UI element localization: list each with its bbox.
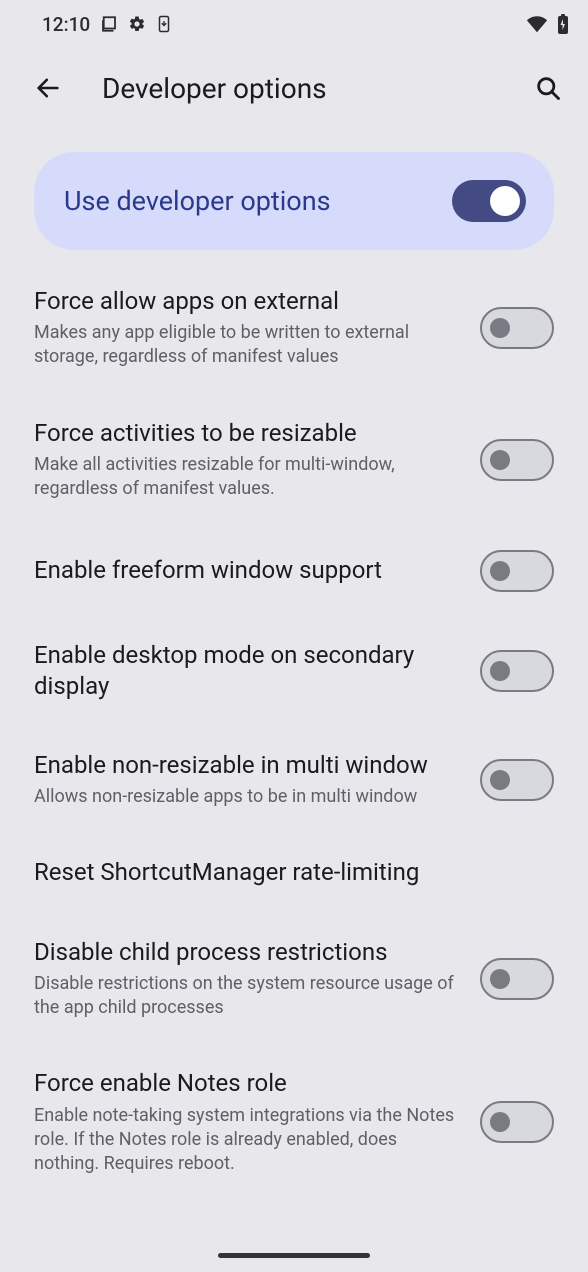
setting-text: Enable non-resizable in multi window Allo… [34,750,460,809]
device-download-icon [156,15,172,33]
setting-toggle[interactable] [480,759,554,801]
setting-row[interactable]: Disable child process restrictions Disabl… [12,913,576,1045]
setting-row[interactable]: Force activities to be resizable Make all… [12,394,576,526]
status-right [526,14,570,34]
toggle-knob [490,561,510,581]
setting-title: Enable desktop mode on secondary display [34,640,460,702]
setting-title: Reset ShortcutManager rate-limiting [34,857,554,888]
toggle-knob [490,770,510,790]
master-toggle-label: Use developer options [64,185,331,217]
setting-row[interactable]: Enable non-resizable in multi window Allo… [12,726,576,833]
battery-icon [556,14,570,34]
setting-text: Force allow apps on external Makes any ap… [34,286,460,370]
toggle-knob [490,450,510,470]
setting-row[interactable]: Enable freeform window support [12,526,576,616]
status-bar: 12:10 [0,0,588,48]
setting-title: Force enable Notes role [34,1068,460,1099]
setting-toggle[interactable] [480,439,554,481]
content: Use developer options Force allow apps o… [0,152,588,1200]
setting-text: Force activities to be resizable Make all… [34,418,460,502]
page-title: Developer options [102,72,526,105]
setting-row[interactable]: Force allow apps on external Makes any ap… [12,262,576,394]
toggle-knob [490,661,510,681]
toggle-knob [490,1112,510,1132]
setting-subtitle: Makes any app eligible to be written to … [34,321,460,370]
setting-toggle[interactable] [480,550,554,592]
setting-title: Enable freeform window support [34,555,460,586]
search-icon [534,74,562,102]
setting-subtitle: Allows non-resizable apps to be in multi… [34,785,460,809]
setting-toggle[interactable] [480,307,554,349]
setting-title: Disable child process restrictions [34,937,460,968]
home-indicator[interactable] [218,1253,370,1258]
toggle-knob [490,186,520,216]
arrow-left-icon [34,74,62,102]
setting-row[interactable]: Force enable Notes role Enable note-takin… [12,1044,576,1200]
setting-row[interactable]: Reset ShortcutManager rate-limiting [12,833,576,912]
setting-title: Force allow apps on external [34,286,460,317]
status-left: 12:10 [42,13,172,36]
master-toggle-card[interactable]: Use developer options [34,152,554,250]
setting-subtitle: Enable note-taking system integrations v… [34,1104,460,1177]
back-button[interactable] [26,66,70,110]
setting-subtitle: Make all activities resizable for multi-… [34,453,460,502]
setting-toggle[interactable] [480,958,554,1000]
wifi-icon [526,15,548,33]
setting-text: Enable freeform window support [34,555,460,586]
setting-subtitle: Disable restrictions on the system resou… [34,972,460,1021]
gear-icon [128,15,146,33]
setting-title: Enable non-resizable in multi window [34,750,460,781]
status-time: 12:10 [42,13,90,36]
toggle-knob [490,318,510,338]
setting-text: Enable desktop mode on secondary display [34,640,460,702]
search-button[interactable] [526,66,570,110]
setting-text: Reset ShortcutManager rate-limiting [34,857,554,888]
master-toggle[interactable] [452,180,526,222]
multiwindow-icon [100,15,118,33]
setting-toggle[interactable] [480,1101,554,1143]
setting-text: Disable child process restrictions Disabl… [34,937,460,1021]
settings-list: Force allow apps on external Makes any ap… [12,262,576,1200]
toggle-knob [490,969,510,989]
setting-text: Force enable Notes role Enable note-takin… [34,1068,460,1176]
setting-title: Force activities to be resizable [34,418,460,449]
setting-row[interactable]: Enable desktop mode on secondary display [12,616,576,726]
app-bar: Developer options [0,48,588,128]
setting-toggle[interactable] [480,650,554,692]
